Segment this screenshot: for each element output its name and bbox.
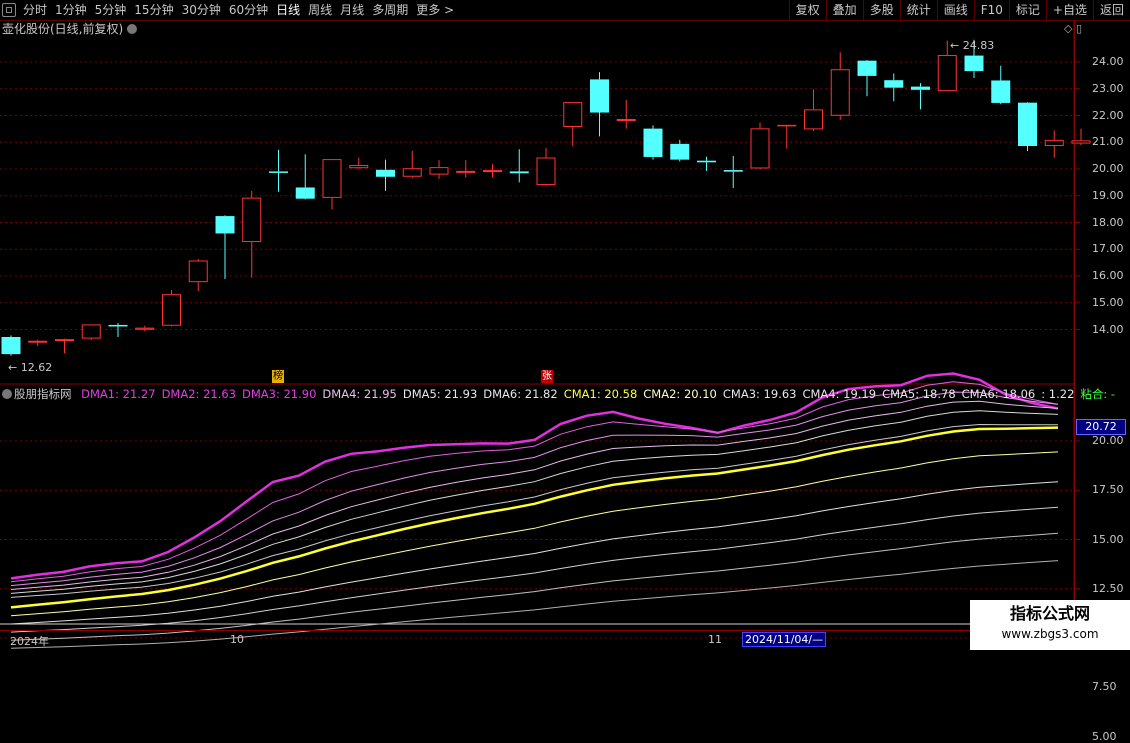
- candle-body: [777, 124, 797, 127]
- cma-line-1: [10, 426, 1059, 609]
- indicator-item-3: DMA4: 21.95: [322, 387, 397, 401]
- indicator-item-10: CMA5: 18.78: [882, 387, 956, 401]
- indicator-item-1: DMA2: 21.63: [161, 387, 236, 401]
- candle-body: [911, 86, 930, 90]
- price-axis-label: 20.00: [1092, 162, 1124, 175]
- candle-body: [509, 171, 529, 174]
- price-axis-label: 16.00: [1092, 269, 1124, 282]
- date-cursor[interactable]: 2024/11/04/—: [742, 632, 827, 647]
- candle-body: [750, 128, 770, 169]
- chevron-down-icon[interactable]: [2, 389, 12, 399]
- indicator-axis-label: 5.00: [1092, 729, 1117, 743]
- low-price-label: ← 12.62: [8, 361, 53, 374]
- low-price-value: 12.62: [20, 361, 53, 374]
- date-start: 2024年: [10, 635, 49, 648]
- indicator-item-5: DMA6: 21.82: [483, 387, 558, 401]
- indicator-axis-label: 17.50: [1092, 483, 1124, 497]
- candle-body: [135, 327, 155, 330]
- candle-body: [28, 340, 48, 343]
- price-axis-label: 19.00: [1092, 188, 1124, 202]
- candle-body: [1018, 102, 1037, 146]
- indicator-axis-label: 7.50: [1092, 680, 1117, 694]
- candle-body: [322, 159, 342, 198]
- date-m1: 10: [230, 633, 244, 646]
- indicator-item-0: DMA1: 21.27: [81, 387, 156, 401]
- candle-body: [937, 55, 957, 92]
- price-axis-label: 24.00: [1092, 55, 1124, 68]
- candle-body: [536, 157, 556, 186]
- indicator-item-7: CMA2: 20.10: [643, 387, 717, 401]
- price-axis-label: 15.00: [1092, 295, 1124, 309]
- indicator-item-12: : 1.22: [1041, 387, 1075, 401]
- candle-body: [162, 294, 181, 326]
- candle-body: [590, 79, 609, 113]
- current-value-badge: 20.72: [1076, 419, 1126, 435]
- candle-body: [1, 336, 21, 355]
- indicator-axis-label: 20.00: [1092, 434, 1124, 447]
- dma-line-4: [10, 400, 1059, 590]
- price-axis-label: 18.00: [1092, 215, 1124, 229]
- indicator-item-9: CMA4: 19.19: [802, 387, 877, 401]
- dma-line-3: [10, 391, 1059, 587]
- indicator-item-11: CMA6: 18.06: [961, 387, 1036, 401]
- candle-body: [483, 170, 502, 173]
- high-price-value: 24.83: [962, 39, 995, 52]
- dma-line-6: [10, 423, 1058, 598]
- candle-body: [1071, 140, 1091, 144]
- indicator-header: 股朋指标网 DMA1: 21.27 DMA2: 21.63 DMA3: 21.90 D…: [2, 387, 1121, 401]
- indicator-name: 股朋指标网: [14, 387, 72, 401]
- high-price-label: ← 24.83: [950, 39, 995, 52]
- candle-body: [55, 339, 74, 342]
- candle-body: [295, 187, 315, 199]
- watermark-url: www.zbgs3.com: [1001, 627, 1099, 641]
- candle-body: [349, 164, 369, 169]
- date-m2: 11: [708, 633, 722, 646]
- dma-line-1: [10, 372, 1059, 580]
- candle-body: [429, 167, 449, 175]
- watermark: 指标公式网 www.zbgs3.com: [970, 600, 1130, 650]
- candle-body: [402, 168, 422, 177]
- candle-body: [991, 80, 1011, 103]
- candle-body: [108, 324, 128, 327]
- price-axis-label: 21.00: [1092, 135, 1124, 149]
- price-axis-label: 23.00: [1092, 81, 1124, 95]
- indicator-item-6: CMA1: 20.58: [563, 387, 638, 401]
- tag-zhang[interactable]: 张: [541, 370, 553, 383]
- candle-body: [830, 69, 850, 116]
- candle-body: [456, 170, 476, 173]
- indicator-item-8: CMA3: 19.63: [722, 387, 797, 401]
- indicator-axis-label: 15.00: [1092, 532, 1124, 546]
- tag-bang[interactable]: 榜: [272, 370, 284, 383]
- candle-body: [269, 171, 288, 173]
- date-axis: 2024年 10 11 2024/11/04/—: [0, 630, 1130, 651]
- indicator-item-13: 粘合: -: [1080, 387, 1116, 401]
- candle-body: [616, 118, 636, 121]
- kline-chart: [0, 20, 1091, 649]
- watermark-title: 指标公式网: [1009, 604, 1090, 623]
- candle-body: [723, 170, 743, 172]
- price-axis-label: 22.00: [1092, 108, 1124, 122]
- indicator-item-4: DMA5: 21.93: [402, 387, 478, 401]
- candle-body: [884, 80, 904, 88]
- candle-body: [81, 324, 101, 339]
- candle-body: [242, 197, 262, 243]
- candle-body: [697, 160, 716, 163]
- price-axis-label: 14.00: [1092, 322, 1124, 336]
- price-axis-label: 17.00: [1092, 242, 1124, 256]
- candle-body: [804, 109, 823, 130]
- indicator-item-2: DMA3: 21.90: [242, 387, 317, 401]
- candle-body: [376, 169, 395, 177]
- candle-body: [643, 128, 663, 157]
- candle-body: [563, 102, 583, 128]
- candle-body: [1044, 139, 1064, 146]
- candle-body: [215, 216, 235, 234]
- candle-body: [857, 60, 877, 76]
- candle-body: [670, 143, 690, 160]
- candle-body: [964, 55, 984, 72]
- candle-body: [188, 260, 208, 283]
- indicator-axis-label: 12.50: [1092, 581, 1124, 595]
